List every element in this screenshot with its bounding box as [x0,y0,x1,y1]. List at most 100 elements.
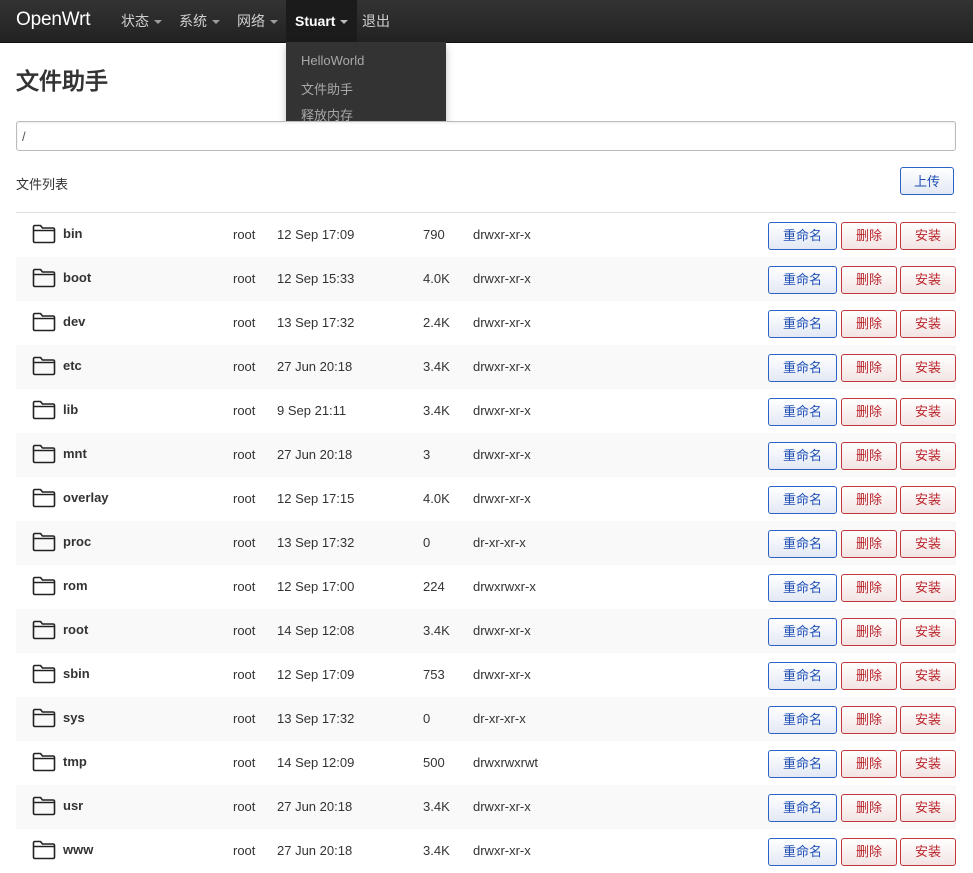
file-owner: root [233,359,256,374]
install-button[interactable]: 安装 [900,398,956,426]
table-row: sbin root 12 Sep 17:09 753 drwxr-xr-x 重命… [16,653,956,697]
delete-button[interactable]: 删除 [841,486,897,514]
table-row: etc root 27 Jun 20:18 3.4K drwxr-xr-x 重命… [16,345,956,389]
install-button[interactable]: 安装 [900,442,956,470]
install-button[interactable]: 安装 [900,662,956,690]
table-row: lib root 9 Sep 21:11 3.4K drwxr-xr-x 重命名… [16,389,956,433]
file-name[interactable]: mnt [63,446,87,461]
file-name[interactable]: usr [63,798,83,813]
nav-menu-network[interactable]: 网络 [228,0,287,42]
file-modified-date: 12 Sep 15:33 [277,271,355,286]
file-permissions: drwxr-xr-x [473,623,531,638]
dropdown-item-helloworld[interactable]: HelloWorld [301,53,364,68]
rename-button[interactable]: 重命名 [768,442,837,470]
file-name[interactable]: overlay [63,490,109,505]
folder-icon [32,620,56,640]
install-button[interactable]: 安装 [900,354,956,382]
nav-menu-status[interactable]: 状态 [112,0,171,42]
delete-button[interactable]: 删除 [841,618,897,646]
folder-icon [32,796,56,816]
delete-button[interactable]: 删除 [841,838,897,866]
file-owner: root [233,623,256,638]
chevron-down-icon [154,20,162,25]
file-modified-date: 13 Sep 17:32 [277,535,355,550]
path-input[interactable] [16,121,956,151]
dropdown-item-file-assistant[interactable]: 文件助手 [301,79,353,98]
delete-button[interactable]: 删除 [841,398,897,426]
file-name[interactable]: root [63,622,88,637]
rename-button[interactable]: 重命名 [768,574,837,602]
file-name[interactable]: lib [63,402,78,417]
file-modified-date: 12 Sep 17:15 [277,491,355,506]
install-button[interactable]: 安装 [900,222,956,250]
file-size: 3.4K [423,403,450,418]
file-permissions: drwxrwxr-x [473,579,536,594]
install-button[interactable]: 安装 [900,310,956,338]
file-modified-date: 14 Sep 12:09 [277,755,355,770]
rename-button[interactable]: 重命名 [768,310,837,338]
rename-button[interactable]: 重命名 [768,354,837,382]
install-button[interactable]: 安装 [900,706,956,734]
delete-button[interactable]: 删除 [841,706,897,734]
delete-button[interactable]: 删除 [841,222,897,250]
install-button[interactable]: 安装 [900,486,956,514]
delete-button[interactable]: 删除 [841,794,897,822]
delete-button[interactable]: 删除 [841,266,897,294]
folder-icon [32,576,56,596]
delete-button[interactable]: 删除 [841,530,897,558]
nav-menu-logout-label: 退出 [362,13,390,29]
delete-button[interactable]: 删除 [841,662,897,690]
rename-button[interactable]: 重命名 [768,618,837,646]
install-button[interactable]: 安装 [900,266,956,294]
rename-button[interactable]: 重命名 [768,266,837,294]
nav-menu-system[interactable]: 系统 [170,0,229,42]
rename-button[interactable]: 重命名 [768,706,837,734]
rename-button[interactable]: 重命名 [768,794,837,822]
file-name[interactable]: sbin [63,666,90,681]
install-button[interactable]: 安装 [900,750,956,778]
file-name[interactable]: bin [63,226,83,241]
file-name[interactable]: dev [63,314,85,329]
file-name[interactable]: proc [63,534,91,549]
rename-button[interactable]: 重命名 [768,662,837,690]
install-button[interactable]: 安装 [900,794,956,822]
file-permissions: drwxr-xr-x [473,799,531,814]
delete-button[interactable]: 删除 [841,442,897,470]
rename-button[interactable]: 重命名 [768,750,837,778]
upload-button[interactable]: 上传 [900,167,954,195]
brand-logo[interactable]: OpenWrt [16,9,90,31]
file-permissions: drwxr-xr-x [473,491,531,506]
rename-button[interactable]: 重命名 [768,398,837,426]
file-name[interactable]: tmp [63,754,87,769]
chevron-down-icon [270,20,278,25]
rename-button[interactable]: 重命名 [768,530,837,558]
delete-button[interactable]: 删除 [841,310,897,338]
file-size: 0 [423,535,431,550]
file-name[interactable]: etc [63,358,82,373]
nav-menu-logout[interactable]: 退出 [353,0,399,42]
file-permissions: drwxr-xr-x [473,227,531,242]
install-button[interactable]: 安装 [900,530,956,558]
nav-menu-stuart[interactable]: Stuart [286,0,358,42]
nav-menu-stuart-label: Stuart [295,13,336,29]
delete-button[interactable]: 删除 [841,574,897,602]
rename-button[interactable]: 重命名 [768,222,837,250]
file-name[interactable]: boot [63,270,91,285]
file-modified-date: 12 Sep 17:00 [277,579,355,594]
file-owner: root [233,843,256,858]
rename-button[interactable]: 重命名 [768,838,837,866]
file-owner: root [233,227,256,242]
install-button[interactable]: 安装 [900,618,956,646]
file-owner: root [233,271,256,286]
install-button[interactable]: 安装 [900,574,956,602]
file-name[interactable]: www [63,842,93,857]
table-row: root root 14 Sep 12:08 3.4K drwxr-xr-x 重… [16,609,956,653]
file-size: 3.4K [423,799,450,814]
delete-button[interactable]: 删除 [841,354,897,382]
file-name[interactable]: sys [63,710,85,725]
rename-button[interactable]: 重命名 [768,486,837,514]
delete-button[interactable]: 删除 [841,750,897,778]
file-name[interactable]: rom [63,578,88,593]
install-button[interactable]: 安装 [900,838,956,866]
nav-menu-status-label: 状态 [121,13,149,29]
